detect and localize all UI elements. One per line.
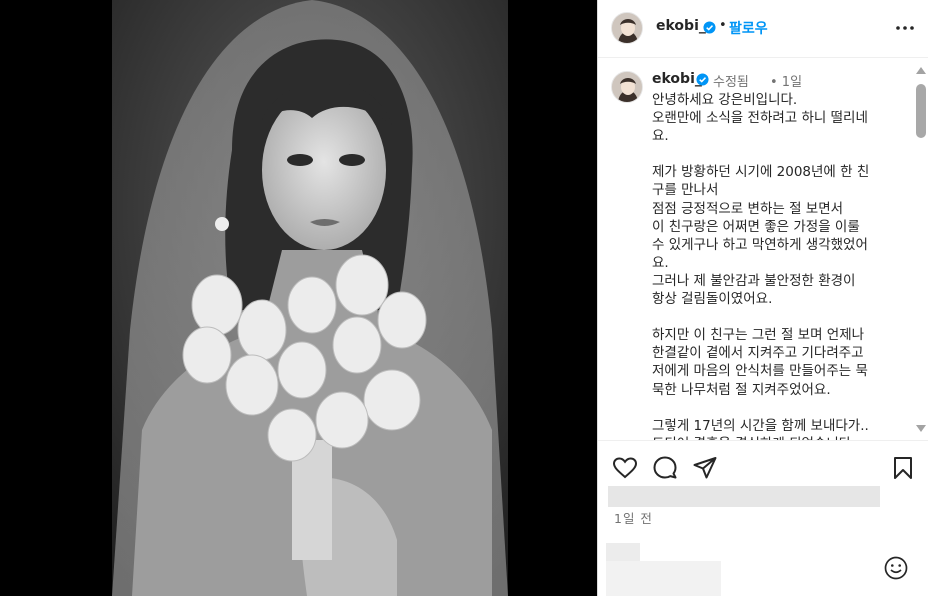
scroll-down-arrow-icon[interactable]	[916, 425, 926, 432]
likes-count-blurred	[608, 486, 880, 507]
verified-badge-icon	[703, 21, 716, 34]
share-icon[interactable]	[692, 455, 718, 481]
more-options-icon[interactable]	[894, 19, 916, 37]
post-media-pane	[0, 0, 597, 596]
avatar-image	[612, 72, 642, 102]
scrollbar-thumb[interactable]	[916, 84, 926, 138]
action-bar: 1일 전	[598, 440, 928, 596]
edited-label: 수정됨	[713, 75, 749, 90]
comment-icon[interactable]	[652, 455, 678, 481]
username[interactable]: ekobi_	[656, 18, 706, 34]
follow-button[interactable]: 팔로우	[729, 18, 768, 38]
post-sidebar: ekobi_ • 팔로우 ekobi_ 수정됨 • 1일 안녕하세요 강은비입니…	[597, 0, 928, 596]
scroll-up-arrow-icon[interactable]	[916, 67, 926, 74]
caption-avatar[interactable]	[611, 71, 643, 103]
post-age: • 1일	[770, 75, 803, 90]
post-photo[interactable]	[112, 0, 508, 596]
caption-username[interactable]: ekobi_	[652, 71, 702, 87]
emoji-icon[interactable]	[883, 555, 909, 581]
avatar[interactable]	[611, 12, 643, 44]
bride-photo-illustration	[112, 0, 508, 596]
caption-scrollbar[interactable]	[912, 59, 928, 440]
post-header: ekobi_ • 팔로우	[598, 0, 928, 58]
post-date: 1일 전	[614, 511, 653, 526]
avatar-image	[612, 13, 642, 43]
heart-icon[interactable]	[612, 455, 638, 481]
bookmark-icon[interactable]	[890, 455, 916, 481]
separator-dot: •	[719, 18, 727, 33]
verified-badge-icon	[696, 73, 709, 86]
caption-text: 안녕하세요 강은비입니다. 오랜만에 소식을 전하려고 하니 떨리네 요. 제가…	[652, 92, 870, 440]
caption-area[interactable]: ekobi_ 수정됨 • 1일 안녕하세요 강은비입니다. 오랜만에 소식을 전…	[598, 59, 928, 440]
